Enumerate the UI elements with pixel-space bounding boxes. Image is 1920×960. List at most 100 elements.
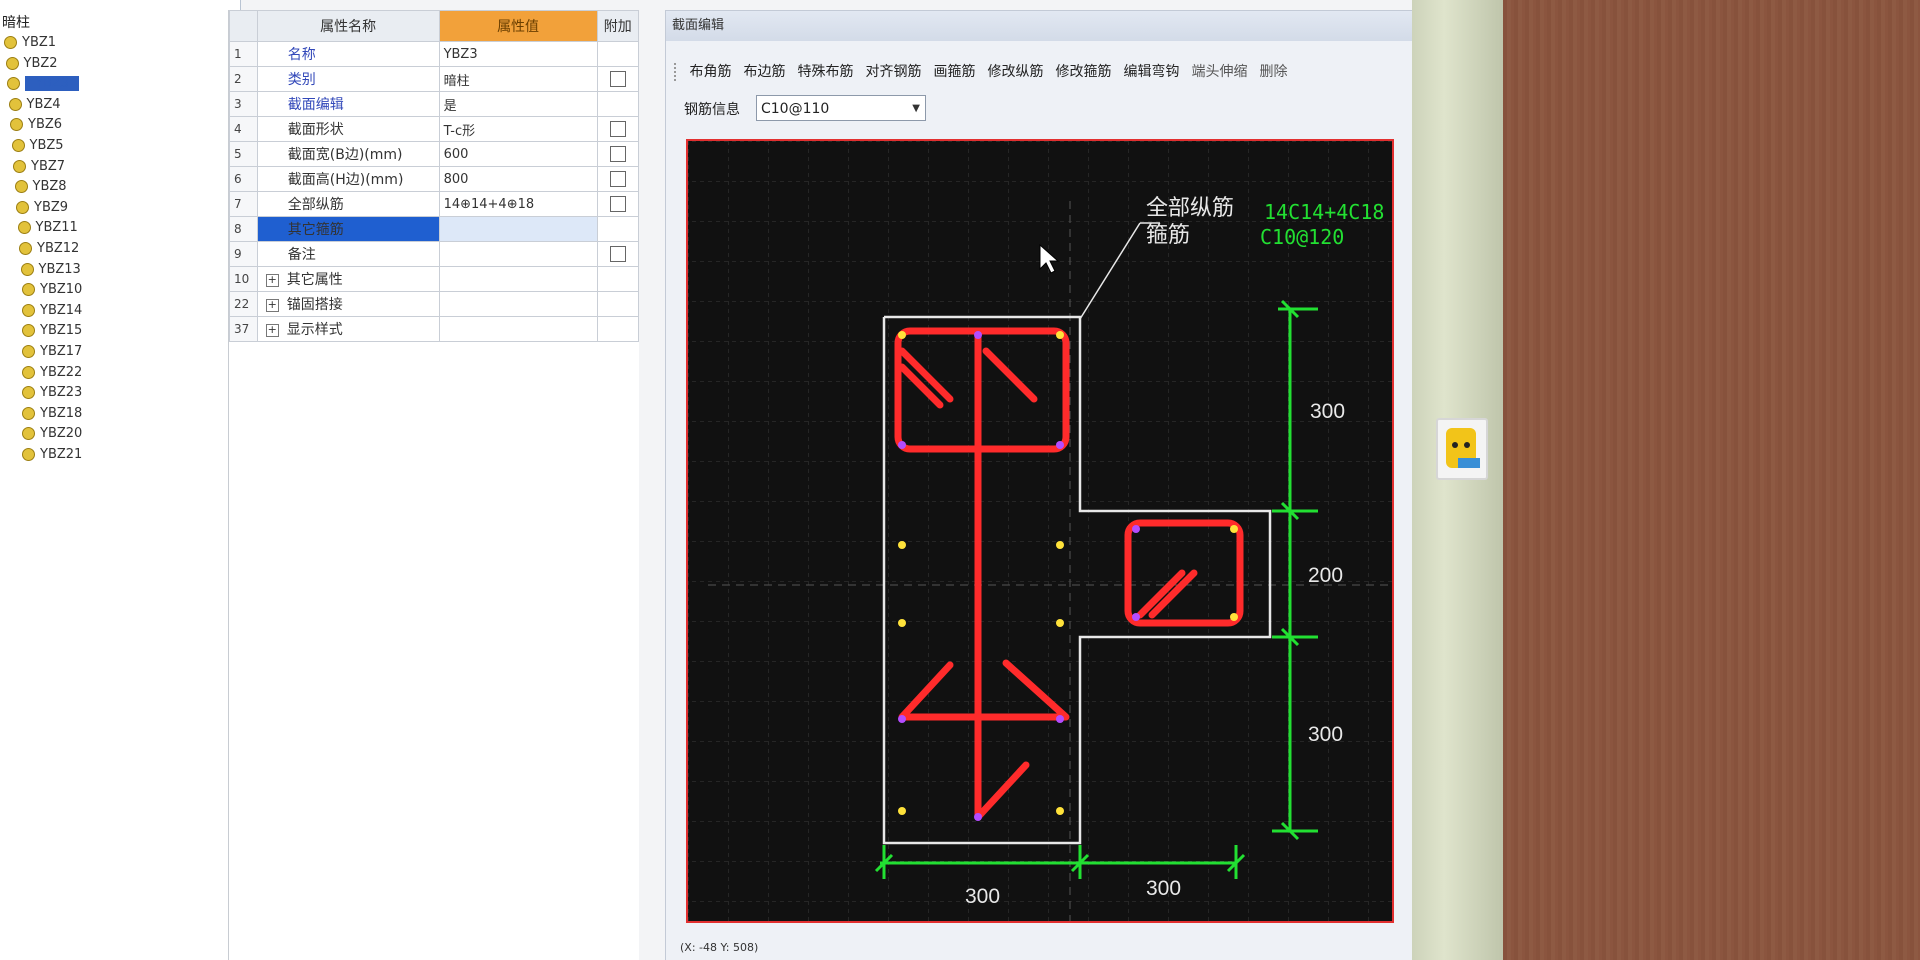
property-name-cell[interactable]: + 显示样式: [256, 316, 440, 342]
tree-item[interactable]: YBZ6: [10, 116, 62, 134]
tree-item[interactable]: YBZ13: [20, 261, 81, 279]
tree-item[interactable]: YBZ21: [22, 446, 82, 464]
tree-item[interactable]: YBZ23: [22, 384, 82, 402]
property-value[interactable]: 800: [438, 166, 598, 192]
section-drawing[interactable]: 全部纵筋 箍筋 14C14+4C18 C10@120 300 200 300 3…: [688, 141, 1392, 921]
extra-checkbox[interactable]: [609, 121, 626, 137]
section-canvas[interactable]: 全部纵筋 箍筋 14C14+4C18 C10@120 300 200 300 3…: [686, 139, 1394, 923]
expand-plus-icon[interactable]: +: [265, 273, 279, 287]
rebar-dot[interactable]: [1056, 619, 1064, 627]
property-row[interactable]: 7 全部纵筋 14⊕14+4⊕18: [229, 191, 640, 217]
property-row[interactable]: 1 名称 YBZ3: [229, 41, 640, 67]
expand-plus-icon[interactable]: +: [265, 323, 279, 337]
toolbar-button[interactable]: 删除: [1259, 61, 1287, 81]
property-name-cell[interactable]: 截面形状: [256, 116, 440, 142]
property-value[interactable]: [438, 316, 598, 342]
property-value[interactable]: [438, 241, 598, 267]
tree-group-label[interactable]: 暗柱: [2, 12, 30, 32]
toolbar-button[interactable]: 对齐钢筋: [865, 61, 921, 81]
property-row[interactable]: 2 类别 暗柱: [229, 66, 640, 92]
toolbar-button[interactable]: 特殊布筋: [797, 61, 853, 81]
rebar-dot[interactable]: [898, 331, 906, 339]
tree-item[interactable]: YBZ1: [4, 34, 56, 52]
rebar-dot[interactable]: [1056, 541, 1064, 549]
expand-plus-icon[interactable]: +: [265, 298, 279, 312]
rebar-info-select[interactable]: C10@110 ▼: [756, 95, 926, 121]
rebar-dot[interactable]: [1056, 331, 1064, 339]
property-value[interactable]: [438, 216, 598, 242]
rebar-dot[interactable]: [1056, 807, 1064, 815]
rebar-dot[interactable]: [1230, 613, 1238, 621]
rebar-dot[interactable]: [898, 715, 906, 723]
property-name-cell[interactable]: 其它箍筋: [256, 216, 440, 242]
property-name-cell[interactable]: 全部纵筋: [256, 191, 440, 217]
property-name-cell[interactable]: 截面编辑: [256, 91, 440, 117]
toolbar-button[interactable]: 布边筋: [743, 61, 785, 81]
rebar-dot[interactable]: [1056, 715, 1064, 723]
property-row[interactable]: 8 其它箍筋: [229, 216, 640, 242]
toolbar-button[interactable]: 修改箍筋: [1055, 61, 1111, 81]
tree-item[interactable]: YBZ14: [22, 302, 82, 320]
property-name-cell[interactable]: + 其它属性: [256, 266, 440, 292]
extra-checkbox[interactable]: [609, 146, 626, 162]
rebar-dot[interactable]: [898, 441, 906, 449]
property-name-cell[interactable]: 名称: [256, 41, 440, 67]
tree-item[interactable]: YBZ10: [22, 281, 82, 299]
property-value[interactable]: YBZ3: [438, 41, 598, 67]
tree-item[interactable]: YBZ22: [22, 364, 82, 382]
tree-item[interactable]: YBZ12: [19, 240, 79, 258]
property-name-cell[interactable]: 截面宽(B边)(mm): [256, 141, 440, 167]
property-value[interactable]: 600: [438, 141, 598, 167]
property-row[interactable]: 9 备注: [229, 241, 640, 267]
property-row[interactable]: 3 截面编辑 是: [229, 91, 640, 117]
rebar-dot[interactable]: [898, 807, 906, 815]
tree-item[interactable]: YBZ8: [14, 178, 67, 196]
tree-item[interactable]: YBZ9: [16, 199, 68, 217]
property-value[interactable]: 14⊕14+4⊕18: [438, 191, 598, 217]
property-row[interactable]: 10 + 其它属性: [229, 266, 640, 292]
extra-checkbox[interactable]: [609, 171, 626, 187]
rebar-dot[interactable]: [898, 619, 906, 627]
tree-item[interactable]: YBZ17: [22, 343, 82, 361]
property-row[interactable]: 4 截面形状 T-c形: [229, 116, 640, 142]
toolbar-button[interactable]: 布角筋: [689, 61, 731, 81]
property-row[interactable]: 5 截面宽(B边)(mm) 600: [229, 141, 640, 167]
property-name-cell[interactable]: 备注: [256, 241, 440, 267]
toolbar-button[interactable]: 端头伸缩: [1191, 61, 1247, 81]
property-value[interactable]: [438, 266, 598, 292]
chevron-down-icon[interactable]: ▼: [912, 96, 920, 122]
rebar-dot[interactable]: [974, 331, 982, 339]
extra-checkbox[interactable]: [609, 71, 626, 87]
toolbar-button[interactable]: 画箍筋: [933, 61, 975, 81]
property-value[interactable]: T-c形: [438, 116, 598, 142]
property-name-cell[interactable]: + 锚固搭接: [256, 291, 440, 317]
tree-item[interactable]: YBZ2: [5, 55, 58, 73]
tree-item[interactable]: YBZ18: [22, 405, 82, 423]
extra-checkbox[interactable]: [609, 246, 626, 262]
rebar-dot[interactable]: [1056, 441, 1064, 449]
rebar-dot[interactable]: [1132, 525, 1140, 533]
rebar-dot[interactable]: [898, 541, 906, 549]
property-name-cell[interactable]: 类别: [256, 66, 440, 92]
extra-checkbox[interactable]: [609, 196, 626, 212]
rebar-dot[interactable]: [1230, 525, 1238, 533]
tree-item[interactable]: YBZ7: [13, 158, 65, 176]
toolbar-button[interactable]: 修改纵筋: [987, 61, 1043, 81]
tree-item[interactable]: YBZ5: [11, 137, 64, 155]
toolbar-grip: [674, 63, 679, 81]
tree-item[interactable]: YBZ11: [17, 219, 78, 237]
tree-item[interactable]: YBZ15: [22, 322, 82, 340]
property-name-cell[interactable]: 截面高(H边)(mm): [256, 166, 440, 192]
property-value[interactable]: 是: [438, 91, 598, 117]
toolbar-button[interactable]: 编辑弯钩: [1123, 61, 1179, 81]
property-row[interactable]: 22 + 锚固搭接: [229, 291, 640, 317]
property-row[interactable]: 6 截面高(H边)(mm) 800: [229, 166, 640, 192]
property-row[interactable]: 37 + 显示样式: [229, 316, 640, 342]
rebar-dot[interactable]: [974, 813, 982, 821]
tree-item[interactable]: YBZ20: [22, 425, 82, 443]
property-value[interactable]: [438, 291, 598, 317]
property-value[interactable]: 暗柱: [438, 66, 598, 92]
tree-item[interactable]: YBZ3: [7, 75, 80, 93]
tree-item[interactable]: YBZ4: [8, 96, 61, 114]
rebar-dot[interactable]: [1132, 613, 1140, 621]
